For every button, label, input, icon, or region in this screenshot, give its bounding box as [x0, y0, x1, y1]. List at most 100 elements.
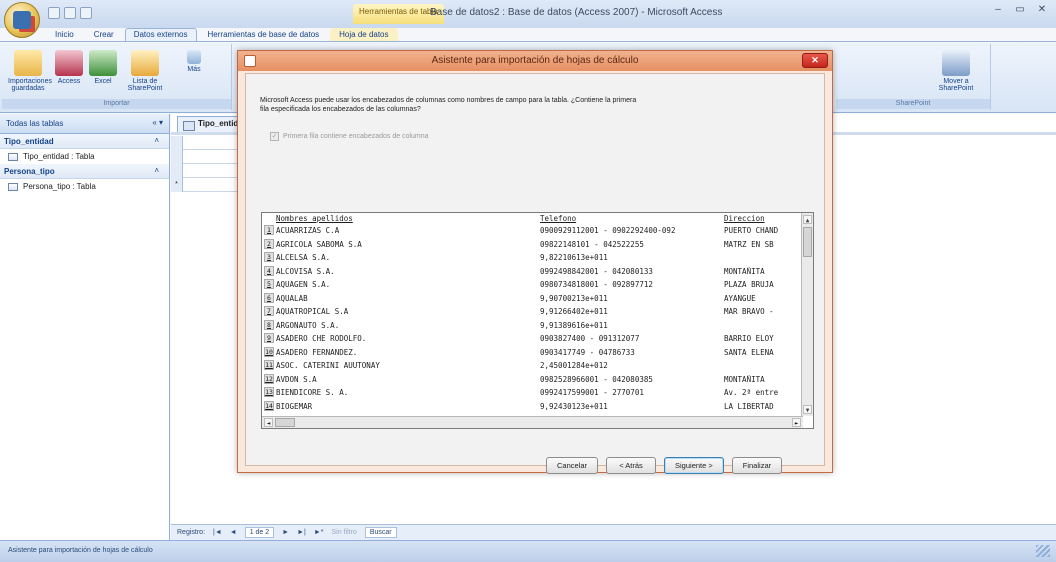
undo-icon[interactable] [64, 7, 76, 19]
cancel-button[interactable]: Cancelar [546, 457, 599, 474]
more-import-button[interactable]: Más [174, 50, 214, 73]
column-header[interactable]: Nombres_apellidos [276, 214, 538, 223]
excel-import-label: Excel [94, 78, 112, 85]
preview-row[interactable]: 7 AQUATROPICAL S.A 9,91266402e+011 MAR BRAV… [262, 306, 802, 318]
new-record-icon[interactable]: * [171, 178, 183, 192]
sharepoint-icon [942, 50, 970, 76]
finish-button[interactable]: Finalizar [731, 457, 783, 474]
next-record-button[interactable]: ► [282, 529, 289, 536]
preview-row[interactable]: 4 ALCOVISA S.A. 0992498842001 - 042080133 M… [262, 265, 802, 278]
first-record-button[interactable]: |◄ [213, 529, 222, 536]
scroll-thumb[interactable] [803, 227, 812, 257]
row-number: 14 [264, 400, 274, 411]
preview-cell: ARGONAUTO S.A. [276, 320, 340, 330]
scroll-thumb[interactable] [275, 418, 295, 427]
nav-collapse-icon[interactable]: « ▾ [152, 118, 163, 127]
preview-cell: SANTA ELENA [724, 347, 774, 357]
preview-row[interactable]: 1 ACUARRIZAS C.A 0900929112001 - 090229240… [262, 225, 802, 237]
nav-group-tipo-entidad[interactable]: Tipo_entidad ˄ [0, 134, 169, 149]
column-header[interactable]: Telefono [540, 214, 722, 223]
preview-row[interactable]: 14 BIOGEMAR 9,92430123e+011 LA LIBERTAD [262, 400, 802, 413]
preview-cell: MONTAÑITA [724, 374, 765, 384]
preview-cell: BIOGEMAR [276, 401, 313, 411]
preview-cell: 09822148101 - 042522255 [540, 239, 644, 249]
tab-datos-externos[interactable]: Datos externos [124, 28, 197, 42]
preview-row[interactable]: 6 AQUALAB 9,90700213e+011 AYANGUE [262, 292, 802, 305]
nav-header[interactable]: Todas las tablas « ▾ [0, 114, 169, 134]
excel-import-button[interactable]: Excel [88, 50, 118, 85]
scroll-right-icon[interactable]: ► [792, 418, 801, 427]
more-icon [187, 50, 201, 64]
tab-hoja-de-datos[interactable]: Hoja de datos [330, 28, 398, 42]
tab-herramientas-bd[interactable]: Herramientas de base de datos [199, 28, 329, 42]
dialog-message: Microsoft Access puede usar los encabeza… [260, 97, 637, 113]
horizontal-scrollbar[interactable]: ◄ ► [262, 416, 803, 428]
nav-item-tipo-entidad-table[interactable]: Tipo_entidad : Tabla [0, 149, 169, 164]
preview-row[interactable]: 3 ALCELSA S.A. 9,82210613e+011 [262, 252, 802, 264]
preview-row[interactable]: 5 AQUAGEN S.A. 0980734818001 - 092897712 PL… [262, 279, 802, 291]
last-record-button[interactable]: ►| [297, 529, 306, 536]
preview-row[interactable]: 9 ASADERO CHE RODOLFO. 0903827400 - 091312… [262, 333, 802, 345]
first-row-headers-checkbox[interactable]: ✓ Primera fila contiene encabezados de c… [270, 132, 429, 141]
row-selector[interactable] [171, 150, 183, 164]
access-import-label: Access [57, 78, 81, 85]
preview-row[interactable]: 8 ARGONAUTO S.A. 9,91389616e+011 [262, 319, 802, 332]
preview-cell: 2,45001284e+012 [540, 361, 608, 370]
row-number: 7 [264, 306, 274, 316]
row-selector[interactable] [171, 164, 183, 178]
close-window-button[interactable]: ✕ [1032, 4, 1052, 18]
vertical-scrollbar[interactable]: ▲ ▼ [801, 213, 813, 416]
column-header[interactable]: Direccion [724, 214, 800, 223]
excel-icon [89, 50, 117, 76]
scroll-up-icon[interactable]: ▲ [803, 215, 812, 224]
save-icon[interactable] [48, 7, 60, 19]
row-number: 12 [264, 373, 274, 384]
preview-cell: BARRIO ELOY [724, 334, 774, 343]
window-title: Base de datos2 : Base de datos (Access 2… [430, 7, 723, 18]
record-position-input[interactable]: 1 de 2 [244, 527, 275, 538]
checkbox-icon[interactable]: ✓ [270, 132, 279, 141]
next-button[interactable]: Siguiente > [664, 457, 724, 474]
maximize-button[interactable]: ▭ [1010, 4, 1030, 18]
saved-imports-button[interactable]: Importaciones guardadas [8, 50, 52, 92]
access-import-button[interactable]: Access [54, 50, 84, 85]
preview-row[interactable]: 10 ASADERO FERNANDEZ. 0903417749 - 0478673… [262, 346, 802, 359]
resize-grip-icon[interactable] [1036, 545, 1050, 557]
preview-row[interactable]: 12 AVDON S.A 0982528966001 - 042080385 MONT… [262, 373, 802, 386]
preview-row[interactable]: 2 AGRICOLA SABOMA S.A 09822148101 - 042522… [262, 238, 802, 251]
nav-item-persona-tipo-table[interactable]: Persona_tipo : Tabla [0, 179, 169, 194]
nav-header-title: Todas las tablas [6, 119, 64, 128]
redo-icon[interactable] [80, 7, 92, 19]
office-button[interactable] [4, 2, 40, 38]
back-button[interactable]: < Atrás [606, 457, 657, 474]
preview-row[interactable]: 11 ASOC. CATERINI AUUTONAY 2,45001284e+012 [262, 360, 802, 372]
dialog-title-bar[interactable]: Asistente para importación de hojas de c… [238, 51, 832, 71]
filter-status[interactable]: Sin filtro [332, 529, 357, 536]
scroll-down-icon[interactable]: ▼ [803, 405, 812, 414]
more-import-label: Más [187, 66, 201, 73]
minimize-button[interactable]: – [988, 4, 1008, 18]
ribbon-group-import: Importaciones guardadas Access Excel Lis… [2, 44, 232, 110]
tab-inicio[interactable]: Inicio [46, 28, 83, 42]
sharepoint-list-icon [131, 50, 159, 76]
status-bar: Asistente para importación de hojas de c… [0, 540, 1056, 562]
dialog-close-button[interactable]: ✕ [802, 53, 828, 68]
prev-record-button[interactable]: ◄ [230, 529, 237, 536]
new-record-button[interactable]: ►* [314, 529, 324, 536]
data-preview-grid[interactable]: Nombres_apellidos Telefono Direccion 1 AC… [261, 212, 814, 429]
sharepoint-list-button[interactable]: Lista de SharePoint [122, 50, 168, 92]
access-icon [55, 50, 83, 76]
preview-cell: ALCELSA S.A. [276, 253, 331, 262]
preview-row[interactable]: 13 BIENDICORE S. A. 0992417599001 - 277070… [262, 387, 802, 399]
search-input[interactable]: Buscar [364, 527, 397, 538]
preview-cell: 9,91389616e+011 [540, 320, 608, 330]
scroll-left-icon[interactable]: ◄ [264, 418, 273, 427]
move-to-sharepoint-button[interactable]: Mover a SharePoint [936, 50, 976, 92]
status-text: Asistente para importación de hojas de c… [8, 547, 153, 554]
tab-crear[interactable]: Crear [85, 28, 123, 42]
nav-group-persona-tipo[interactable]: Persona_tipo ˄ [0, 164, 169, 179]
row-number: 10 [264, 346, 274, 357]
select-all-cell[interactable] [171, 136, 183, 150]
preview-cell: 0980734818001 - 092897712 [540, 280, 653, 289]
preview-cell: MAR BRAVO - [724, 307, 774, 316]
